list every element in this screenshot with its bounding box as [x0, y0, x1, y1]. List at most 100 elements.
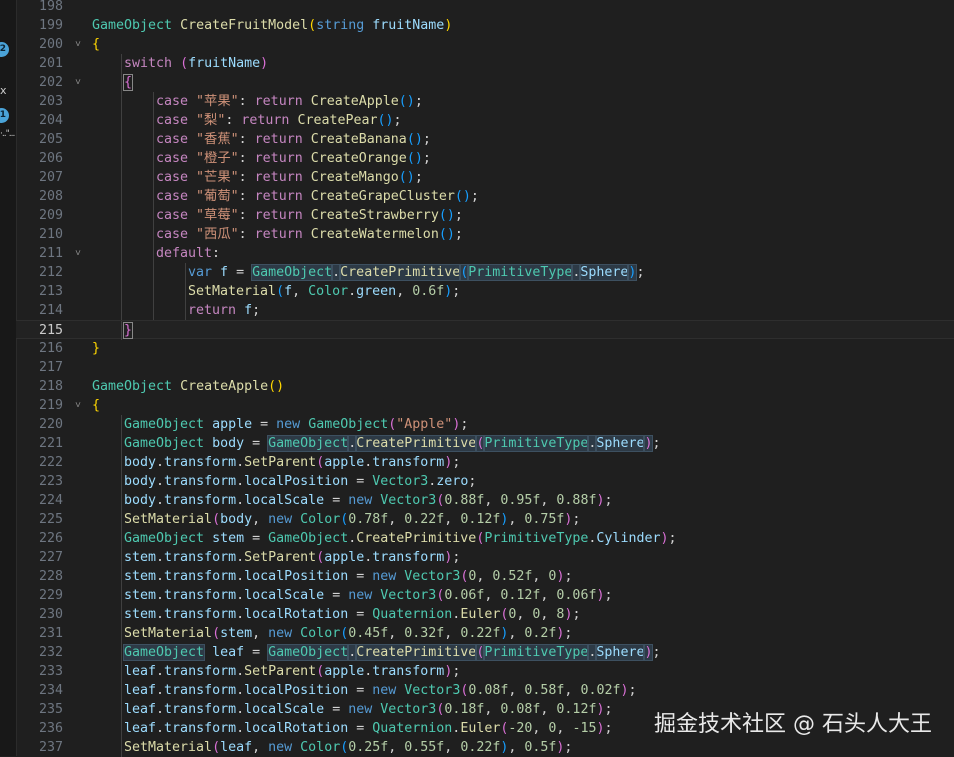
code-text: body.transform.localPosition = Vector3.z…: [124, 472, 476, 491]
code-line[interactable]: 213 SetMaterial(f, Color.green, 0.6f);: [16, 282, 954, 301]
code-line[interactable]: 223 body.transform.localPosition = Vector…: [16, 472, 954, 491]
code-token: apple: [324, 550, 365, 565]
code-line[interactable]: 228 stem.transform.localPosition = new Ve…: [16, 567, 954, 586]
code-token: Euler: [460, 607, 501, 622]
code-line[interactable]: 221 GameObject body = GameObject.CreatePr…: [16, 434, 954, 453]
code-line[interactable]: 233 leaf.transform.SetParent(apple.transf…: [16, 662, 954, 681]
code-token: 0.6f: [412, 284, 445, 299]
indent-guide: [153, 282, 154, 301]
fold-chevron-icon[interactable]: ˅: [71, 244, 85, 263]
code-line[interactable]: 202 ˅ {: [16, 73, 954, 92]
line-number: 204: [38, 113, 63, 128]
code-line[interactable]: 203 case "苹果": return CreateApple();: [16, 92, 954, 111]
code-token: GameObject: [92, 18, 173, 33]
code-token: ;: [628, 683, 637, 698]
code-text: {: [92, 35, 100, 54]
fold-chevron-icon[interactable]: ˅: [71, 35, 85, 54]
code-token: ,: [508, 740, 525, 755]
code-token: :: [238, 189, 255, 204]
code-token: ;: [422, 151, 431, 166]
code-token: ,: [508, 512, 525, 527]
code-line[interactable]: 205 case "香蕉": return CreateBanana();: [16, 130, 954, 149]
code-line[interactable]: 218 GameObject CreateApple(): [16, 377, 954, 396]
code-line[interactable]: 234 leaf.transform.localPosition = new Ve…: [16, 681, 954, 700]
code-token: ,: [540, 702, 557, 717]
code-token: {: [122, 74, 134, 91]
notification-badge[interactable]: 1: [0, 108, 9, 123]
code-token: stem: [124, 607, 157, 622]
activity-icon[interactable]: x: [0, 84, 7, 97]
code-token: CreatePear: [297, 113, 378, 128]
code-line[interactable]: 216}: [16, 339, 954, 358]
code-line[interactable]: 229 stem.transform.localScale = new Vecto…: [16, 586, 954, 605]
code-line[interactable]: 204 case "梨": return CreatePear();: [16, 111, 954, 130]
code-token: stem: [220, 626, 253, 641]
code-line[interactable]: 225 SetMaterial(body, new Color(0.78f, 0.…: [16, 510, 954, 529]
code-line[interactable]: 237 SetMaterial(leaf, new Color(0.25f, 0.…: [16, 738, 954, 757]
code-line[interactable]: 199 GameObject CreateFruitModel(string fr…: [16, 16, 954, 35]
indent-guide: [153, 130, 154, 149]
code-token: leaf: [124, 721, 157, 736]
code-line[interactable]: 212 var f = GameObject.CreatePrimitive(Pr…: [16, 263, 954, 282]
code-line[interactable]: 207 case "芒果": return CreateMango();: [16, 168, 954, 187]
code-editor[interactable]: 198 199 GameObject CreateFruitModel(string…: [16, 0, 954, 757]
code-token: stem: [124, 569, 157, 584]
code-token: GameObject: [124, 531, 205, 546]
indent-guide: [121, 510, 122, 529]
code-line[interactable]: 215}: [16, 320, 954, 340]
code-line[interactable]: 201 switch (fruitName): [16, 54, 954, 73]
code-text: case "香蕉": return CreateBanana();: [156, 130, 431, 149]
code-line[interactable]: 222 body.transform.SetParent(apple.transf…: [16, 453, 954, 472]
indent-guide: [121, 92, 122, 111]
code-token: "芒果": [196, 170, 239, 185]
line-number: 206: [38, 151, 63, 166]
code-token: :: [238, 94, 255, 109]
code-token: new: [276, 417, 301, 432]
code-text: body.transform.localScale = new Vector3(…: [124, 491, 612, 510]
code-line[interactable]: 200 ˅ {: [16, 35, 954, 54]
code-token: =: [348, 474, 373, 489]
code-line[interactable]: 220 GameObject apple = new GameObject("Ap…: [16, 415, 954, 434]
code-token: fruitName: [372, 18, 445, 33]
code-token: transform: [164, 721, 237, 736]
code-token: ;: [604, 702, 613, 717]
code-line[interactable]: 219 ˅ {: [16, 396, 954, 415]
code-line[interactable]: 217: [16, 358, 954, 377]
code-line[interactable]: 227 stem.transform.SetParent(apple.transf…: [16, 548, 954, 567]
code-token: "葡萄": [196, 189, 239, 204]
code-line[interactable]: 224 body.transform.localScale = new Vecto…: [16, 491, 954, 510]
line-number: 199: [38, 18, 63, 33]
notification-badge[interactable]: 2: [0, 42, 9, 57]
code-token: ,: [396, 284, 413, 299]
code-line[interactable]: 232 GameObject leaf = GameObject.CreatePr…: [16, 643, 954, 662]
activity-bar: 2 x 1 ·.."...: [0, 0, 17, 756]
code-token: .: [156, 455, 165, 470]
code-line[interactable]: 198: [16, 0, 954, 16]
indent-guide: [121, 624, 122, 643]
code-token: body: [124, 474, 157, 489]
code-token: ;: [468, 474, 477, 489]
code-token: ;: [470, 189, 479, 204]
code-line[interactable]: 206 case "橙子": return CreateOrange();: [16, 149, 954, 168]
code-token: CreateStrawberry: [310, 208, 439, 223]
indent-guide: [121, 321, 122, 340]
code-line[interactable]: 208 case "葡萄": return CreateGrapeCluster(…: [16, 187, 954, 206]
fold-chevron-icon[interactable]: ˅: [71, 396, 85, 415]
code-token: .: [156, 550, 165, 565]
code-line[interactable]: 214 return f;: [16, 301, 954, 320]
code-line[interactable]: 209 case "草莓": return CreateStrawberry();: [16, 206, 954, 225]
code-token: ;: [604, 721, 613, 736]
code-line[interactable]: 210 case "西瓜": return CreateWatermelon();: [16, 225, 954, 244]
code-line[interactable]: 231 SetMaterial(stem, new Color(0.45f, 0.…: [16, 624, 954, 643]
indent-guide: [121, 662, 122, 681]
code-line[interactable]: 211 ˅ default:: [16, 244, 954, 263]
code-line[interactable]: 230 stem.transform.localRotation = Quater…: [16, 605, 954, 624]
fold-chevron-icon[interactable]: ˅: [71, 73, 85, 92]
code-line[interactable]: 226 GameObject stem = GameObject.CreatePr…: [16, 529, 954, 548]
code-text: case "西瓜": return CreateWatermelon();: [156, 225, 463, 244]
code-token: ,: [444, 740, 461, 755]
